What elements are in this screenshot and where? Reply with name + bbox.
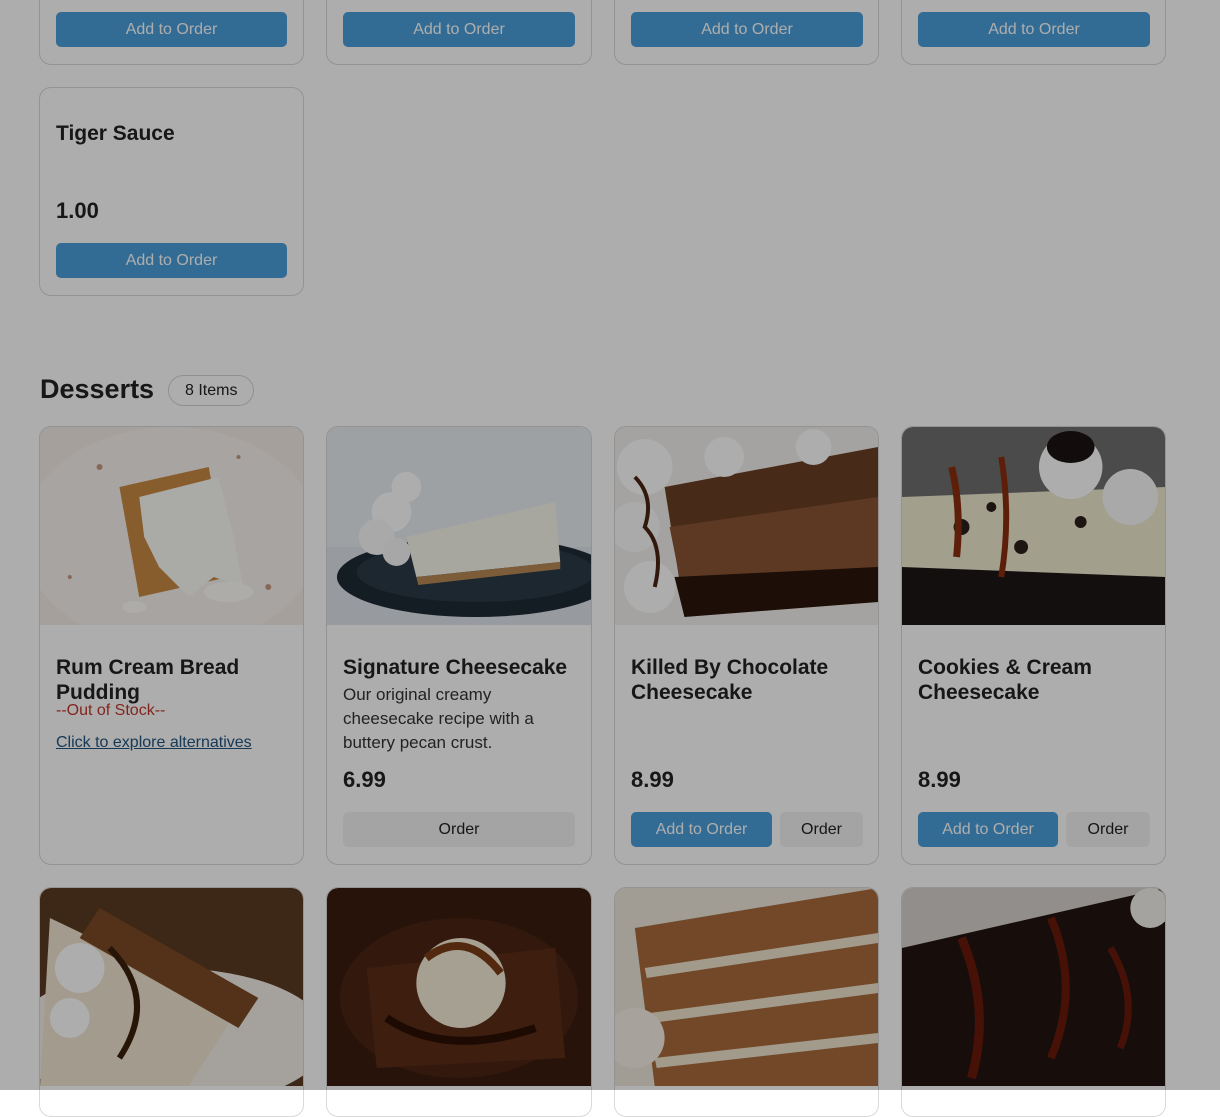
modal-backdrop[interactable] bbox=[0, 0, 1220, 1090]
